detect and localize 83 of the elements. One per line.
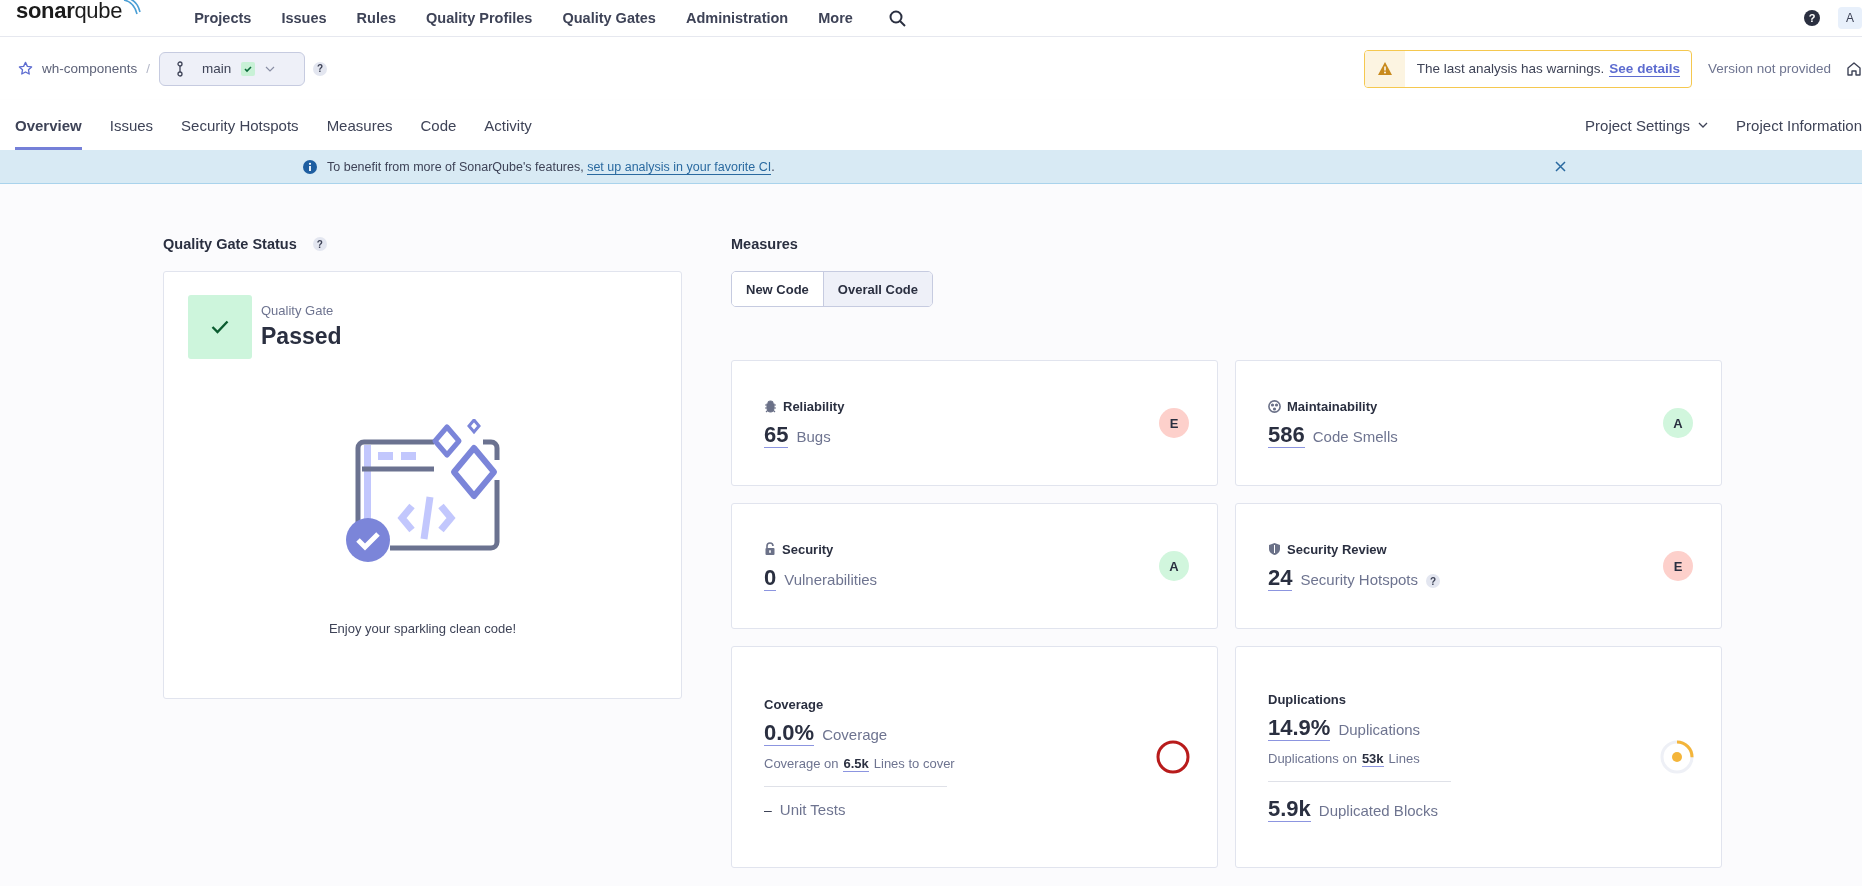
nav-link[interactable]: More — [818, 10, 853, 26]
breadcrumb-separator: / — [146, 61, 151, 76]
avatar[interactable]: A — [1838, 7, 1862, 29]
caret-icon — [1698, 120, 1709, 130]
coverage-donut — [1155, 739, 1191, 775]
warning-icon — [1377, 62, 1392, 75]
tab[interactable]: Issues — [109, 100, 154, 150]
measure-unit: Unit Tests — [779, 800, 846, 818]
setup-link[interactable]: set up analysis in your favorite CI — [587, 159, 772, 175]
measure-caption: Coverage on — [764, 755, 839, 771]
measure-unit: Code Smells — [1312, 427, 1398, 445]
measure-value[interactable]: 24 — [1268, 564, 1293, 591]
rating-badge: A — [1663, 408, 1693, 438]
measure-unit: Coverage — [822, 725, 888, 743]
smiley-icon — [1268, 399, 1281, 413]
info-message: To benefit from more of SonarQube's features, set up analysis in your favorite CI. — [327, 159, 775, 174]
card-title: Security Review — [1268, 541, 1663, 557]
logo[interactable]: sonarqube — [16, 0, 123, 24]
star-icon[interactable] — [18, 61, 33, 76]
tab[interactable]: Security Hotspots — [181, 100, 299, 150]
measure-value[interactable]: 53k — [1361, 751, 1384, 767]
measure-value[interactable]: 586 — [1268, 421, 1305, 448]
padlock-icon — [764, 542, 776, 556]
measure-value[interactable]: 14.9% — [1268, 715, 1331, 741]
tab[interactable]: Activity — [484, 100, 532, 150]
info-icon — [303, 159, 317, 174]
rating-badge: A — [1159, 551, 1189, 581]
section-title: Quality Gate Status — [163, 236, 297, 252]
measure-value[interactable]: 65 — [764, 421, 789, 448]
home-icon[interactable] — [1846, 60, 1862, 77]
branch-icon — [176, 60, 185, 77]
bug-icon — [764, 399, 777, 413]
see-details-link[interactable]: See details — [1609, 60, 1680, 77]
duplication-donut — [1659, 739, 1695, 775]
tab[interactable]: Code — [420, 100, 457, 150]
gate-status: Passed — [261, 323, 342, 350]
check-icon — [241, 61, 256, 76]
rating-badge: E — [1159, 408, 1189, 438]
card-title: Duplications — [1268, 692, 1347, 707]
measure-unit: Duplications — [1338, 721, 1421, 738]
shield-icon — [1268, 542, 1281, 556]
toggle-button[interactable]: Overall Code — [822, 272, 933, 306]
section-title: Measures — [731, 236, 798, 252]
help-icon[interactable]: ? — [313, 61, 328, 76]
card-title: Maintainability — [1268, 398, 1663, 414]
help-icon[interactable]: ? — [1426, 574, 1441, 588]
measure-caption: Lines — [1388, 751, 1420, 766]
tab[interactable]: Measures — [326, 100, 393, 150]
measure-unit: Duplicated Blocks — [1318, 802, 1439, 819]
measure-unit: Bugs — [796, 427, 831, 445]
help-icon[interactable]: ? — [312, 237, 327, 251]
version-label: Version not provided — [1707, 61, 1831, 76]
measure-value[interactable]: 5.9k — [1268, 796, 1311, 822]
measure-caption: Lines to cover — [873, 755, 955, 771]
measure-value[interactable]: 0 — [764, 564, 777, 591]
warning-alert: The last analysis has warnings. See details — [1363, 49, 1692, 88]
gate-label: Quality Gate — [261, 303, 335, 318]
gate-message: Enjoy your sparkling clean code! — [328, 621, 517, 636]
card-title: Security — [764, 541, 1159, 557]
nav-link[interactable]: Issues — [281, 10, 327, 26]
project-link[interactable]: wh-components — [42, 61, 138, 76]
close-icon[interactable] — [1555, 161, 1566, 172]
nav-link[interactable]: Quality Profiles — [426, 10, 533, 26]
help-icon[interactable]: ? — [1804, 10, 1820, 26]
toggle-button[interactable]: New Code — [732, 272, 823, 306]
measure-caption: Duplications on — [1268, 751, 1357, 766]
nav-link[interactable]: Administration — [685, 10, 789, 26]
measure-value[interactable]: – — [764, 801, 772, 818]
nav-link[interactable]: Projects — [194, 10, 252, 26]
menu-tab[interactable]: Project Information — [1736, 100, 1862, 150]
card-title: Reliability — [764, 398, 1159, 414]
rating-badge: E — [1663, 551, 1693, 581]
nav-link[interactable]: Rules — [356, 10, 397, 26]
search-icon[interactable] — [888, 9, 906, 27]
wave-icon — [122, 0, 143, 16]
measure-value[interactable]: 0.0% — [764, 719, 815, 746]
nav-link[interactable]: Quality Gates — [562, 10, 656, 26]
branch-selector[interactable]: main — [159, 51, 306, 86]
menu-tab[interactable]: Project Settings — [1585, 100, 1709, 150]
measure-value[interactable]: 6.5k — [843, 755, 869, 772]
card-title: Coverage — [764, 696, 825, 712]
measure-unit: Security Hotspots — [1300, 570, 1419, 588]
measure-unit: Vulnerabilities — [784, 570, 878, 588]
